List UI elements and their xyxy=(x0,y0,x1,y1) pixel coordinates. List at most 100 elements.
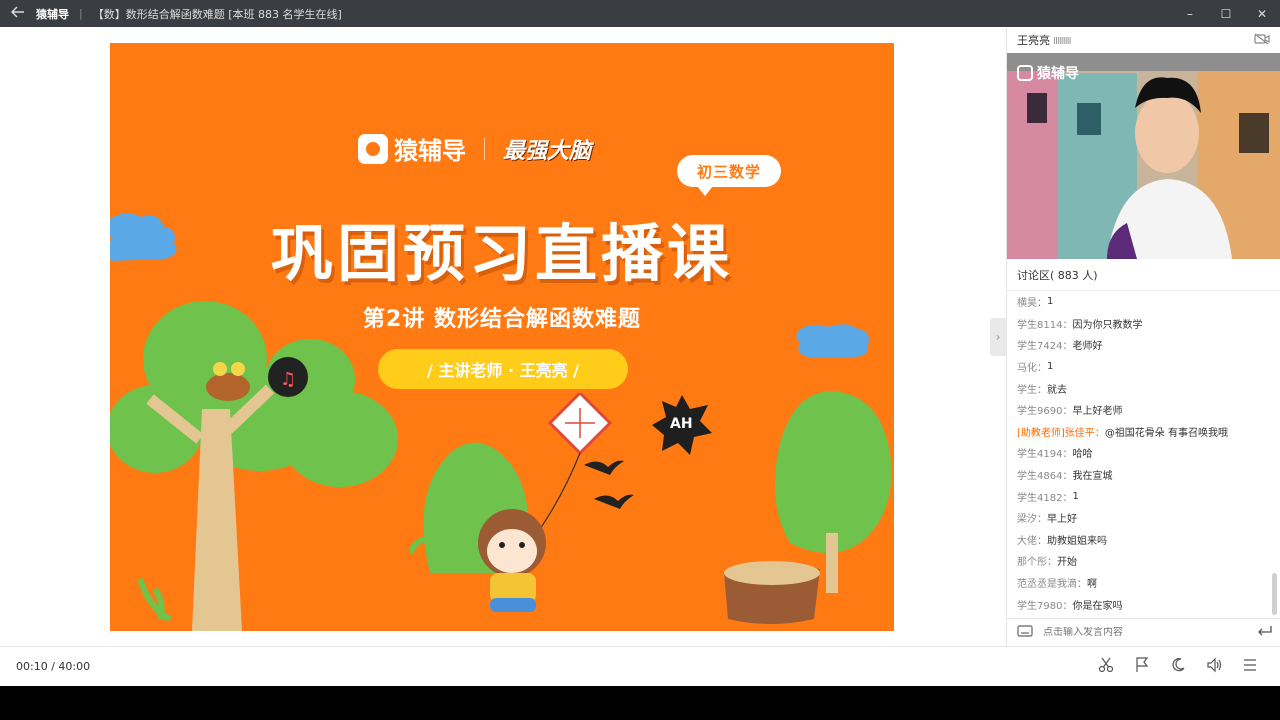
camera-toggle-button[interactable] xyxy=(1254,33,1270,48)
chat-message: 梁汐：早上好 xyxy=(1007,507,1269,529)
close-button[interactable]: ✕ xyxy=(1244,0,1280,27)
playback-time: 00:10 / 40:00 xyxy=(16,660,91,673)
chat-text: 啊 xyxy=(1087,579,1097,591)
chat-sender: 学生8114 xyxy=(1017,319,1063,331)
chat-input[interactable] xyxy=(1043,627,1250,638)
watermark-text: 猿辅导 xyxy=(1037,66,1079,82)
chat-sender: 学生7424 xyxy=(1017,341,1063,353)
ah-sticker-text: AH xyxy=(670,416,693,432)
chat-scrollbar[interactable] xyxy=(1272,573,1277,615)
chat-text: 早上好老师 xyxy=(1072,406,1123,418)
svg-text:♫: ♫ xyxy=(280,369,296,390)
chat-sender: 学生4182 xyxy=(1017,492,1063,504)
playback-bar: 00:10 / 40:00 xyxy=(0,646,1280,686)
chat-text: 我在宣城 xyxy=(1072,471,1113,483)
brand-divider xyxy=(484,137,485,160)
speaker-icon xyxy=(1207,657,1222,673)
app-window: – 猿辅导 | 【数】数形结合解函数难题 [本班 883 名学生在线] – ☐ … xyxy=(0,0,1280,686)
chat-colon: ： xyxy=(1062,471,1073,483)
scissors-icon xyxy=(1098,657,1114,673)
chat-sender: 梁汐 xyxy=(1017,514,1037,526)
chat-sender: 大佬 xyxy=(1017,535,1037,547)
chat-message: 学生7424：老师好 xyxy=(1007,334,1269,356)
chat-sender: 学生4864 xyxy=(1017,471,1063,483)
window-title: 【数】数形结合解函数难题 [本班 883 名学生在线] xyxy=(92,7,342,21)
teacher-pill: / 主讲老师 · 王亮亮 / xyxy=(378,349,628,389)
teacher-camera-feed: 猿辅导 xyxy=(1007,53,1280,259)
maximize-button[interactable]: ☐ xyxy=(1208,0,1244,27)
teacher-name: 王亮亮 xyxy=(1017,34,1050,47)
camera-header: 王亮亮 IIIIIIIII xyxy=(1007,27,1280,53)
yuanfudao-logo-icon xyxy=(358,133,388,164)
send-button[interactable] xyxy=(1250,625,1280,641)
chat-colon: ： xyxy=(1037,535,1047,547)
chat-message: 马化： 1 xyxy=(1007,356,1269,378)
chat-colon: ： xyxy=(1037,363,1047,375)
discussion-header: 讨论区( 883 人) xyxy=(1007,259,1280,291)
chat-sender: 学生 xyxy=(1017,384,1037,396)
brand-header: 猿辅导 最强大脑 xyxy=(358,131,591,166)
grade-tag: 初三数学 xyxy=(677,155,781,196)
menu-icon xyxy=(1244,659,1256,671)
chat-message: [助教老师]张佳平： @祖国花骨朵 有事召唤我哦 xyxy=(1007,421,1269,443)
menu-button[interactable] xyxy=(1232,657,1268,677)
collapse-sidebar-button[interactable]: › xyxy=(990,318,1006,356)
chat-colon: ： xyxy=(1094,427,1105,439)
chat-message: 横昊： 1 xyxy=(1007,291,1269,313)
chat-colon: ： xyxy=(1077,579,1087,591)
tree-left-illustration: ♫ xyxy=(110,301,398,631)
minimize-button[interactable]: – xyxy=(1172,0,1208,27)
chat-message: 学生：就去 xyxy=(1007,377,1269,399)
title-bar: – 猿辅导 | 【数】数形结合解函数难题 [本班 883 名学生在线] – ☐ … xyxy=(0,0,1280,27)
signal-strength-icon: IIIIIIIII xyxy=(1053,36,1072,47)
chat-message: 学生7980：你是在家吗 xyxy=(1007,593,1269,615)
brand-name: 猿辅导 xyxy=(394,137,466,165)
chat-sender: 范丞丞是我滴 xyxy=(1017,579,1077,591)
chat-message: 那个彤：开始 xyxy=(1007,550,1269,572)
chat-colon: ： xyxy=(1062,492,1073,504)
chat-colon: ： xyxy=(1037,384,1047,396)
chat-message: 学生9690：早上好老师 xyxy=(1007,399,1269,421)
app-name: 猿辅导 xyxy=(36,7,69,21)
chat-text: 开始 xyxy=(1057,557,1077,569)
chat-sender: [助教老师]张佳平 xyxy=(1017,427,1095,439)
chat-message: 学生4194：哈哈 xyxy=(1007,442,1269,464)
chat-text: 哈哈 xyxy=(1072,449,1093,461)
right-sidebar: 王亮亮 IIIIIIIII 猿辅导 讨论区(883 人) 横昊 ： 1 学生8… xyxy=(1006,27,1280,646)
title-separator: | xyxy=(79,7,83,20)
window-controls: – ☐ ✕ xyxy=(1172,0,1280,27)
chat-message: 大佬：助教姐姐来吗 xyxy=(1007,529,1269,551)
chat-sender: 马化 xyxy=(1017,363,1037,375)
volume-button[interactable] xyxy=(1196,657,1232,677)
chat-text: 1 xyxy=(1047,361,1054,373)
keyboard-icon xyxy=(1017,625,1033,637)
chat-sender: 横昊 xyxy=(1017,298,1037,310)
chat-text: 因为你只教数学 xyxy=(1072,319,1143,331)
chat-sender: 那个彤 xyxy=(1017,557,1047,569)
night-mode-button[interactable] xyxy=(1160,657,1196,677)
playback-tools xyxy=(1088,647,1268,687)
chat-sender: 学生9690 xyxy=(1017,406,1063,418)
chat-message: 学生4182： 1 xyxy=(1007,485,1269,507)
slide-stage: ♫ AH 猿辅导 最强大脑 初三数学 巩固预习直播课 第2讲 数形结合解函数难题… xyxy=(0,27,1006,646)
chat-text: @祖国花骨朵 有事召唤我哦 xyxy=(1104,427,1228,439)
clip-button[interactable] xyxy=(1088,657,1124,677)
flag-icon xyxy=(1136,657,1149,672)
emoji-keyboard-button[interactable] xyxy=(1007,625,1043,640)
chat-sender: 学生4194 xyxy=(1017,449,1063,461)
camera-off-icon xyxy=(1254,33,1270,44)
chat-colon: ： xyxy=(1062,319,1073,331)
camera-video-frame xyxy=(1007,53,1280,259)
chat-text: 老师好 xyxy=(1072,341,1103,353)
back-button[interactable] xyxy=(0,6,36,22)
camera-header-label: 王亮亮 IIIIIIIII xyxy=(1017,32,1072,48)
chat-sender: 学生7980 xyxy=(1017,600,1063,612)
camera-watermark: 猿辅导 xyxy=(1017,63,1079,83)
chat-message-list[interactable]: 横昊： 1 学生8114：因为你只教数学 学生7424：老师好 马化： 1 学生：就去 学生9… xyxy=(1007,291,1269,616)
chat-colon: ： xyxy=(1062,406,1073,418)
brand-secondary-logo: 最强大脑 xyxy=(503,138,592,164)
chat-text: 助教姐姐来吗 xyxy=(1047,535,1107,547)
mark-button[interactable] xyxy=(1124,657,1160,677)
chat-colon: ： xyxy=(1037,514,1047,526)
tree-right-illustration xyxy=(724,391,892,624)
